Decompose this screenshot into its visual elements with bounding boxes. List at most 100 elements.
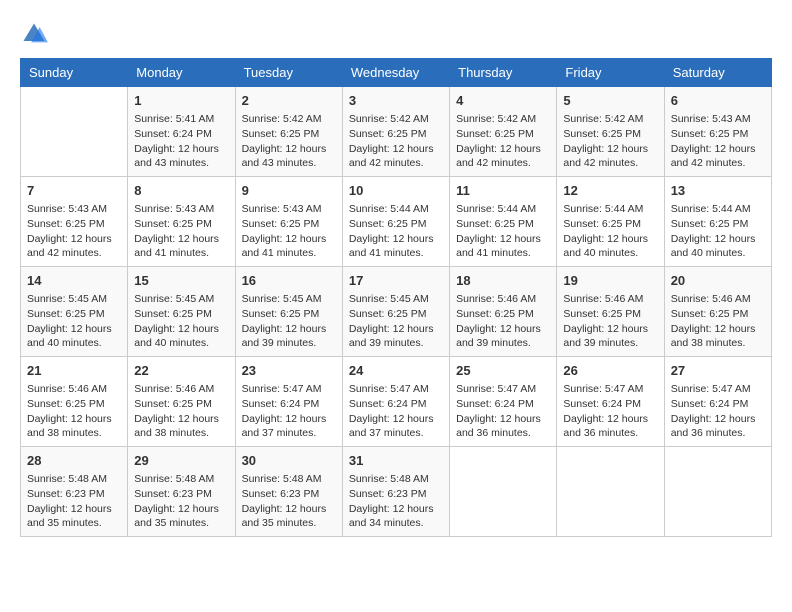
calendar-cell: 2 Sunrise: 5:42 AM Sunset: 6:25 PM Daylig… [235,87,342,177]
calendar-cell: 15Sunrise: 5:45 AM Sunset: 6:25 PM Dayli… [128,267,235,357]
calendar-cell [21,87,128,177]
calendar-cell: 21 Sunrise: 5:46 AM Sunset: 6:25 PM Dayli… [21,357,128,447]
day-number: 13 [671,182,765,200]
cell-content: Sunrise: 5:48 AM Sunset: 6:23 PM Dayligh… [349,472,443,531]
cell-content: Sunrise: 5:48 AM Sunset: 6:23 PM Dayligh… [134,472,228,531]
calendar-cell: 7 Sunrise: 5:43 AM Sunset: 6:25 PM Daylig… [21,177,128,267]
calendar-cell: 14 Sunrise: 5:45 AM Sunset: 6:25 PM Dayli… [21,267,128,357]
calendar-cell: 12 Sunrise: 5:44 AM Sunset: 6:25 PM Dayli… [557,177,664,267]
calendar-cell: 3 Sunrise: 5:42 AM Sunset: 6:25 PM Daylig… [342,87,449,177]
cell-content: Sunrise: 5:46 AM Sunset: 6:25 PM Dayligh… [27,382,121,441]
calendar-cell: 22Sunrise: 5:46 AM Sunset: 6:25 PM Dayli… [128,357,235,447]
calendar-cell: 24 Sunrise: 5:47 AM Sunset: 6:24 PM Dayli… [342,357,449,447]
cell-content: Sunrise: 5:42 AM Sunset: 6:25 PM Dayligh… [242,112,336,171]
calendar-cell: 17 Sunrise: 5:45 AM Sunset: 6:25 PM Dayli… [342,267,449,357]
calendar-cell: 30 Sunrise: 5:48 AM Sunset: 6:23 PM Dayli… [235,447,342,537]
header-cell-saturday: Saturday [664,59,771,87]
header-cell-thursday: Thursday [450,59,557,87]
logo-icon [20,20,48,48]
page-header [20,20,772,48]
calendar-cell: 26Sunrise: 5:47 AM Sunset: 6:24 PM Dayli… [557,357,664,447]
logo [20,20,52,48]
day-number: 16 [242,272,336,290]
day-number: 5 [563,92,657,110]
cell-content: Sunrise: 5:43 AM Sunset: 6:25 PM Dayligh… [242,202,336,261]
day-number: 21 [27,362,121,380]
header-cell-monday: Monday [128,59,235,87]
day-number: 10 [349,182,443,200]
day-number: 11 [456,182,550,200]
cell-content: Sunrise: 5:42 AM Sunset: 6:25 PM Dayligh… [456,112,550,171]
day-number: 7 [27,182,121,200]
calendar-cell: 29 Sunrise: 5:48 AM Sunset: 6:23 PM Dayli… [128,447,235,537]
day-number: 22 [134,362,228,380]
day-number: 24 [349,362,443,380]
calendar-cell [450,447,557,537]
day-number: 23 [242,362,336,380]
day-number: 29 [134,452,228,470]
day-number: 2 [242,92,336,110]
day-number: 18 [456,272,550,290]
header-cell-friday: Friday [557,59,664,87]
cell-content: Sunrise: 5:45 AM Sunset: 6:25 PM Dayligh… [349,292,443,351]
calendar-cell [664,447,771,537]
calendar-cell: 10Sunrise: 5:44 AM Sunset: 6:25 PM Dayli… [342,177,449,267]
cell-content: Sunrise: 5:46 AM Sunset: 6:25 PM Dayligh… [671,292,765,351]
calendar-cell: 18 Sunrise: 5:46 AM Sunset: 6:25 PM Dayli… [450,267,557,357]
day-number: 4 [456,92,550,110]
header-row: SundayMondayTuesdayWednesdayThursdayFrid… [21,59,772,87]
cell-content: Sunrise: 5:44 AM Sunset: 6:25 PM Dayligh… [456,202,550,261]
cell-content: Sunrise: 5:46 AM Sunset: 6:25 PM Dayligh… [563,292,657,351]
calendar-cell: 19 Sunrise: 5:46 AM Sunset: 6:25 PM Dayli… [557,267,664,357]
week-row-5: 28 Sunrise: 5:48 AM Sunset: 6:23 PM Dayli… [21,447,772,537]
cell-content: Sunrise: 5:48 AM Sunset: 6:23 PM Dayligh… [27,472,121,531]
cell-content: Sunrise: 5:47 AM Sunset: 6:24 PM Dayligh… [563,382,657,441]
day-number: 1 [134,92,228,110]
cell-content: Sunrise: 5:42 AM Sunset: 6:25 PM Dayligh… [349,112,443,171]
cell-content: Sunrise: 5:44 AM Sunset: 6:25 PM Dayligh… [671,202,765,261]
day-number: 30 [242,452,336,470]
cell-content: Sunrise: 5:48 AM Sunset: 6:23 PM Dayligh… [242,472,336,531]
cell-content: Sunrise: 5:43 AM Sunset: 6:25 PM Dayligh… [134,202,228,261]
day-number: 25 [456,362,550,380]
day-number: 27 [671,362,765,380]
calendar-cell: 5Sunrise: 5:42 AM Sunset: 6:25 PM Daylig… [557,87,664,177]
calendar-cell: 6 Sunrise: 5:43 AM Sunset: 6:25 PM Daylig… [664,87,771,177]
day-number: 6 [671,92,765,110]
calendar-cell: 13 Sunrise: 5:44 AM Sunset: 6:25 PM Dayli… [664,177,771,267]
day-number: 12 [563,182,657,200]
day-number: 14 [27,272,121,290]
calendar-cell: 20 Sunrise: 5:46 AM Sunset: 6:25 PM Dayli… [664,267,771,357]
cell-content: Sunrise: 5:46 AM Sunset: 6:25 PM Dayligh… [456,292,550,351]
day-number: 3 [349,92,443,110]
cell-content: Sunrise: 5:45 AM Sunset: 6:25 PM Dayligh… [242,292,336,351]
cell-content: Sunrise: 5:47 AM Sunset: 6:24 PM Dayligh… [671,382,765,441]
cell-content: Sunrise: 5:47 AM Sunset: 6:24 PM Dayligh… [242,382,336,441]
cell-content: Sunrise: 5:47 AM Sunset: 6:24 PM Dayligh… [456,382,550,441]
calendar-table: SundayMondayTuesdayWednesdayThursdayFrid… [20,58,772,537]
header-cell-tuesday: Tuesday [235,59,342,87]
cell-content: Sunrise: 5:44 AM Sunset: 6:25 PM Dayligh… [563,202,657,261]
day-number: 19 [563,272,657,290]
calendar-cell: 8Sunrise: 5:43 AM Sunset: 6:25 PM Daylig… [128,177,235,267]
cell-content: Sunrise: 5:43 AM Sunset: 6:25 PM Dayligh… [27,202,121,261]
week-row-1: 1 Sunrise: 5:41 AM Sunset: 6:24 PM Daylig… [21,87,772,177]
day-number: 28 [27,452,121,470]
cell-content: Sunrise: 5:45 AM Sunset: 6:25 PM Dayligh… [27,292,121,351]
cell-content: Sunrise: 5:43 AM Sunset: 6:25 PM Dayligh… [671,112,765,171]
calendar-cell: 31Sunrise: 5:48 AM Sunset: 6:23 PM Dayli… [342,447,449,537]
calendar-cell: 16 Sunrise: 5:45 AM Sunset: 6:25 PM Dayli… [235,267,342,357]
calendar-cell: 4 Sunrise: 5:42 AM Sunset: 6:25 PM Daylig… [450,87,557,177]
week-row-2: 7 Sunrise: 5:43 AM Sunset: 6:25 PM Daylig… [21,177,772,267]
day-number: 20 [671,272,765,290]
calendar-cell: 9Sunrise: 5:43 AM Sunset: 6:25 PM Daylig… [235,177,342,267]
calendar-cell: 27 Sunrise: 5:47 AM Sunset: 6:24 PM Dayli… [664,357,771,447]
cell-content: Sunrise: 5:47 AM Sunset: 6:24 PM Dayligh… [349,382,443,441]
day-number: 17 [349,272,443,290]
calendar-cell: 25 Sunrise: 5:47 AM Sunset: 6:24 PM Dayli… [450,357,557,447]
week-row-4: 21 Sunrise: 5:46 AM Sunset: 6:25 PM Dayli… [21,357,772,447]
header-cell-sunday: Sunday [21,59,128,87]
cell-content: Sunrise: 5:45 AM Sunset: 6:25 PM Dayligh… [134,292,228,351]
week-row-3: 14 Sunrise: 5:45 AM Sunset: 6:25 PM Dayli… [21,267,772,357]
cell-content: Sunrise: 5:41 AM Sunset: 6:24 PM Dayligh… [134,112,228,171]
